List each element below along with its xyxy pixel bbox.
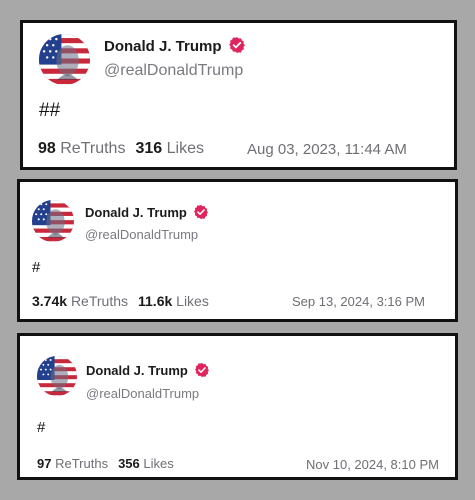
- post-stats: 98 ReTruths 316 Likes: [38, 140, 204, 158]
- flag-portrait-avatar-icon: [37, 356, 77, 396]
- likes-count[interactable]: 356: [118, 456, 140, 471]
- retruths-label[interactable]: ReTruths: [71, 293, 128, 309]
- author-name-row: Donald J. Trump: [104, 36, 246, 56]
- author-name[interactable]: Donald J. Trump: [104, 38, 222, 55]
- verified-badge-icon: [193, 204, 209, 220]
- avatar[interactable]: [32, 200, 74, 242]
- likes-label[interactable]: Likes: [143, 456, 173, 471]
- likes-label[interactable]: Likes: [176, 293, 209, 309]
- post-content: #: [32, 259, 41, 276]
- verified-badge-icon: [228, 36, 246, 54]
- post-stats: 3.74k ReTruths 11.6k Likes: [32, 293, 209, 309]
- likes-label[interactable]: Likes: [167, 140, 204, 157]
- author-name[interactable]: Donald J. Trump: [85, 205, 187, 220]
- avatar[interactable]: [39, 34, 90, 85]
- post-timestamp[interactable]: Sep 13, 2024, 3:16 PM: [292, 294, 425, 309]
- truth-post[interactable]: Donald J. Trump @realDonaldTrump # 3.74k…: [17, 179, 458, 322]
- likes-count[interactable]: 11.6k: [138, 293, 172, 309]
- author-name-row: Donald J. Trump: [86, 362, 210, 380]
- retruths-count[interactable]: 97: [37, 456, 51, 471]
- truth-post[interactable]: Donald J. Trump @realDonaldTrump # 97 Re…: [17, 333, 458, 480]
- retruths-label[interactable]: ReTruths: [55, 456, 108, 471]
- retruths-count[interactable]: 98: [38, 140, 56, 157]
- truth-post[interactable]: Donald J. Trump @realDonaldTrump ## 98 R…: [20, 20, 457, 170]
- avatar[interactable]: [37, 356, 77, 396]
- post-timestamp[interactable]: Nov 10, 2024, 8:10 PM: [306, 457, 439, 472]
- handle[interactable]: @realDonaldTrump: [104, 62, 243, 80]
- flag-portrait-avatar-icon: [32, 200, 74, 242]
- post-timestamp[interactable]: Aug 03, 2023, 11:44 AM: [247, 141, 407, 158]
- flag-portrait-avatar-icon: [39, 34, 90, 85]
- handle[interactable]: @realDonaldTrump: [86, 386, 199, 401]
- retruths-count[interactable]: 3.74k: [32, 293, 67, 309]
- author-name[interactable]: Donald J. Trump: [86, 363, 188, 378]
- post-stats: 97 ReTruths 356 Likes: [37, 456, 174, 471]
- likes-count[interactable]: 316: [135, 140, 162, 157]
- retruths-label[interactable]: ReTruths: [60, 140, 125, 157]
- verified-badge-icon: [194, 362, 210, 378]
- handle[interactable]: @realDonaldTrump: [85, 227, 198, 242]
- post-content: ##: [39, 100, 61, 121]
- post-content: #: [37, 419, 46, 436]
- author-name-row: Donald J. Trump: [85, 204, 209, 222]
